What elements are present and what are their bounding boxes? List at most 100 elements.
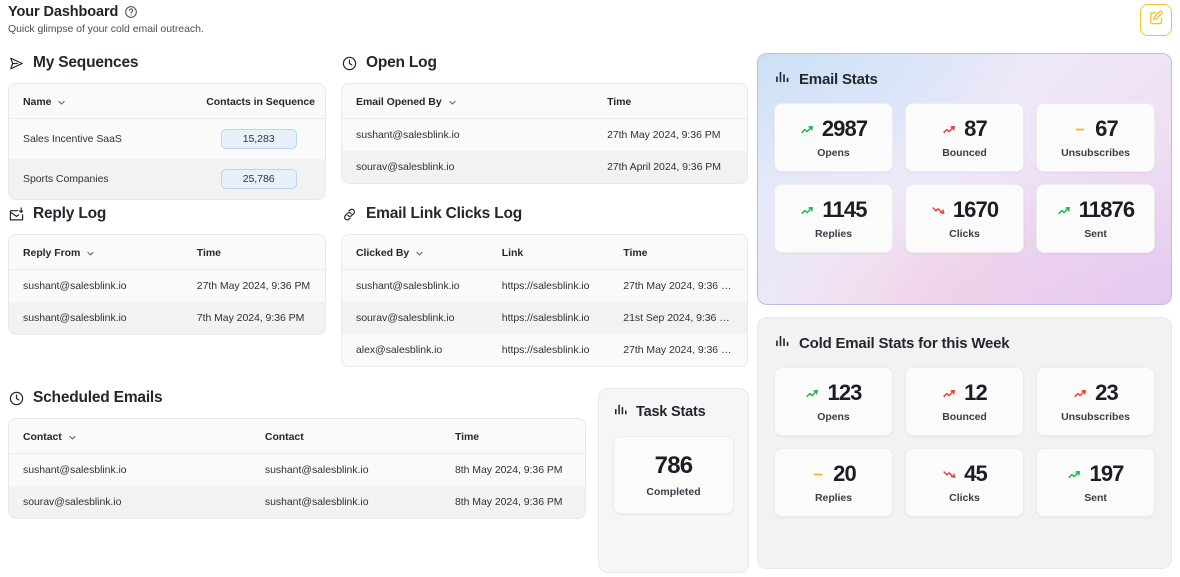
clicked-link[interactable]: https://salesblink.io <box>488 302 610 334</box>
column-header-email-opened-by[interactable]: Email Opened By <box>342 84 593 119</box>
clicked-by-email: alex@salesblink.io <box>342 334 488 366</box>
stat-value: 11876 <box>1079 199 1134 221</box>
stat-value: 87 <box>964 118 987 140</box>
stat-value: 1145 <box>822 199 866 221</box>
clicks-log-body: sushant@salesblink.io https://salesblink… <box>342 270 747 367</box>
chevron-down-icon <box>415 249 424 258</box>
page-header: Your Dashboard Quick glimpse of your col… <box>8 4 204 35</box>
table-header-row: Reply From Time <box>9 235 325 270</box>
column-header-link[interactable]: Link <box>488 235 610 270</box>
stat-top: 197 <box>1043 463 1148 485</box>
send-plane-icon <box>8 55 25 72</box>
table-row[interactable]: sushant@salesblink.io https://salesblink… <box>342 270 747 303</box>
table-row[interactable]: Sports Companies 25,786 <box>9 159 325 199</box>
trend-down-icon <box>942 466 959 483</box>
panel-email-stats: Email Stats 2987Opens87Bounced67Unsubscr… <box>757 53 1172 305</box>
section-title: My Sequences <box>33 54 138 72</box>
inbox-arrow-icon <box>8 206 25 223</box>
table-header-row: Clicked By Link Time <box>342 235 747 270</box>
section-reply-log: Reply Log Reply From Time sushant@sales <box>8 205 326 335</box>
column-header-time[interactable]: Time <box>183 235 325 270</box>
stat-value: 12 <box>964 382 987 404</box>
scheduled-emails-table: Contact Contact Time sushant@salesblink.… <box>9 419 585 518</box>
stat-label: Bounced <box>912 411 1017 423</box>
clicks-log-card: Clicked By Link Time sushant@salesblink.… <box>341 234 748 367</box>
stat-card-sent[interactable]: 197Sent <box>1036 448 1155 517</box>
stat-card-unsubscribes[interactable]: 23Unsubscribes <box>1036 367 1155 436</box>
table-row[interactable]: sushant@salesblink.io 7th May 2024, 9:36… <box>9 302 325 334</box>
panel-cold-email-stats: Cold Email Stats for this Week 123Opens1… <box>757 317 1172 569</box>
column-header-name[interactable]: Name <box>9 84 192 119</box>
stat-card-replies[interactable]: 1145 Replies <box>774 184 893 253</box>
help-circle-icon[interactable] <box>124 5 138 19</box>
table-row[interactable]: Sales Incentive SaaS 15,283 <box>9 119 325 160</box>
column-label: Clicked By <box>356 247 409 259</box>
stat-card-clicks[interactable]: 1670Clicks <box>905 184 1024 253</box>
stat-card-bounced[interactable]: 87Bounced <box>905 103 1024 172</box>
stat-label: Completed <box>620 486 727 498</box>
sequence-name: Sales Incentive SaaS <box>9 119 192 160</box>
clicks-log-table: Clicked By Link Time sushant@salesblink.… <box>342 235 747 366</box>
stat-top: 2987 <box>781 118 886 140</box>
column-label: Contact <box>23 431 62 443</box>
opened-time: 27th May 2024, 9:36 PM <box>593 119 747 152</box>
clicked-by-email: sourav@salesblink.io <box>342 302 488 334</box>
table-row[interactable]: sushant@salesblink.io 27th May 2024, 9:3… <box>342 119 747 152</box>
open-log-card: Email Opened By Time sushant@salesblink.… <box>341 83 748 184</box>
table-row[interactable]: sourav@salesblink.io 27th April 2024, 9:… <box>342 151 747 183</box>
open-log-table: Email Opened By Time sushant@salesblink.… <box>342 84 747 183</box>
scheduled-emails-heading: Scheduled Emails <box>8 389 586 407</box>
stat-top: 67 <box>1043 118 1148 140</box>
column-header-reply-from[interactable]: Reply From <box>9 235 183 270</box>
edit-dashboard-button[interactable] <box>1140 4 1172 36</box>
clock-icon <box>8 390 25 407</box>
trend-up-icon <box>805 385 822 402</box>
stat-card-bounced[interactable]: 12 Bounced <box>905 367 1024 436</box>
column-header-clicked-by[interactable]: Clicked By <box>342 235 488 270</box>
stat-label: Replies <box>781 228 886 240</box>
table-row[interactable]: sourav@salesblink.io sushant@salesblink.… <box>9 486 585 518</box>
stat-card-clicks[interactable]: 45Clicks <box>905 448 1024 517</box>
scheduled-contact-b: sushant@salesblink.io <box>251 486 441 518</box>
scheduled-emails-body: sushant@salesblink.io sushant@salesblink… <box>9 454 585 519</box>
stat-card-opens[interactable]: 123Opens <box>774 367 893 436</box>
panel-title: Task Stats <box>636 404 705 420</box>
clicked-by-email: sushant@salesblink.io <box>342 270 488 303</box>
table-row[interactable]: sushant@salesblink.io sushant@salesblink… <box>9 454 585 487</box>
stat-card-completed[interactable]: 786 Completed <box>613 436 734 514</box>
page-subtitle: Quick glimpse of your cold email outreac… <box>8 23 204 35</box>
column-header-contacts[interactable]: Contacts in Sequence <box>192 84 325 119</box>
link-icon <box>341 206 358 223</box>
stat-label: Sent <box>1043 228 1148 240</box>
trend-up-icon <box>1067 466 1084 483</box>
section-my-sequences: My Sequences Name Contacts in Sequence <box>8 54 326 200</box>
opened-time: 27th April 2024, 9:36 PM <box>593 151 747 183</box>
opened-by-email: sourav@salesblink.io <box>342 151 593 183</box>
stat-card-replies[interactable]: 20Replies <box>774 448 893 517</box>
reply-log-body: sushant@salesblink.io 27th May 2024, 9:3… <box>9 270 325 335</box>
column-header-time[interactable]: Time <box>441 419 585 454</box>
stat-card-opens[interactable]: 2987Opens <box>774 103 893 172</box>
section-title: Open Log <box>366 54 437 72</box>
column-header-contact-b[interactable]: Contact <box>251 419 441 454</box>
clicked-link[interactable]: https://salesblink.io <box>488 270 610 303</box>
stat-card-unsubscribes[interactable]: 67Unsubscribes <box>1036 103 1155 172</box>
clicked-link[interactable]: https://salesblink.io <box>488 334 610 366</box>
trend-up-icon <box>800 121 817 138</box>
stat-top: 45 <box>912 463 1017 485</box>
scheduled-contact-a: sourav@salesblink.io <box>9 486 251 518</box>
column-header-time[interactable]: Time <box>609 235 747 270</box>
clicks-log-heading: Email Link Clicks Log <box>341 205 748 223</box>
task-stats-heading: Task Stats <box>613 401 734 422</box>
column-header-time[interactable]: Time <box>593 84 747 119</box>
clicked-time: 21st Sep 2024, 9:36 PM <box>609 302 747 334</box>
table-row[interactable]: alex@salesblink.io https://salesblink.io… <box>342 334 747 366</box>
table-row[interactable]: sourav@salesblink.io https://salesblink.… <box>342 302 747 334</box>
scheduled-contact-b: sushant@salesblink.io <box>251 454 441 487</box>
column-header-contact-a[interactable]: Contact <box>9 419 251 454</box>
table-row[interactable]: sushant@salesblink.io 27th May 2024, 9:3… <box>9 270 325 303</box>
stat-value: 45 <box>964 463 987 485</box>
chevron-down-icon <box>448 98 457 107</box>
stat-value: 20 <box>833 463 856 485</box>
stat-card-sent[interactable]: 11876 Sent <box>1036 184 1155 253</box>
